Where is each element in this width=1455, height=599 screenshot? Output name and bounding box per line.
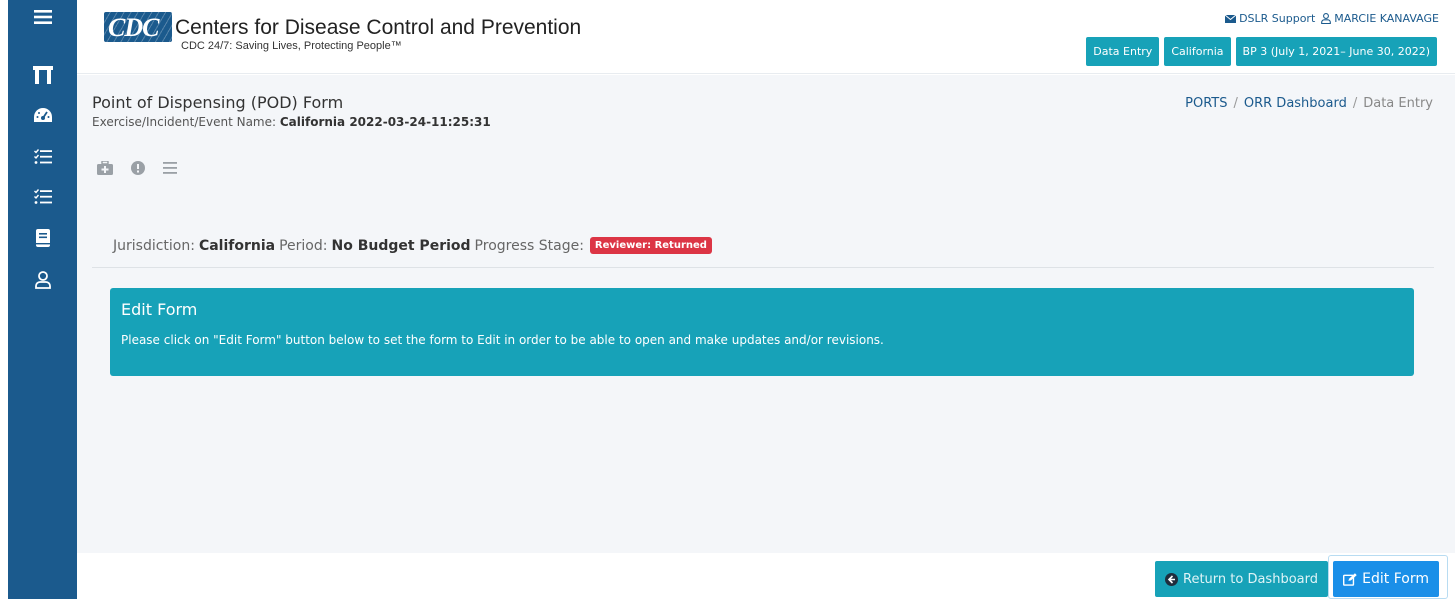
user-name: MARCIE KANAVAGE	[1334, 12, 1439, 25]
support-label: DSLR Support	[1239, 12, 1316, 25]
dashboard-gauge-icon[interactable]	[33, 105, 53, 125]
dslr-support-link[interactable]: DSLR Support	[1225, 12, 1315, 25]
breadcrumb-ports[interactable]: PORTS	[1185, 96, 1227, 111]
checklist-icon[interactable]	[33, 187, 53, 207]
breadcrumb-separator: /	[1233, 96, 1238, 111]
page-subtitle: Exercise/Incident/Event Name: California…	[92, 115, 491, 129]
org-name: Centers for Disease Control and Preventi…	[175, 16, 582, 39]
return-to-dashboard-button[interactable]: Return to Dashboard	[1155, 561, 1328, 597]
breadcrumb-current: Data Entry	[1363, 96, 1433, 111]
breadcrumb-separator: /	[1352, 96, 1358, 111]
progress-stage-label: Progress Stage:	[474, 237, 584, 254]
menu-icon[interactable]	[33, 7, 53, 27]
sidebar	[8, 0, 77, 599]
envelope-icon	[1225, 14, 1237, 23]
columns-icon[interactable]	[32, 65, 53, 85]
form-toolbar	[97, 161, 177, 175]
info-circle-icon[interactable]	[131, 161, 145, 175]
main-content: Point of Dispensing (POD) Form Exercise/…	[77, 75, 1455, 553]
book-icon[interactable]	[33, 228, 53, 248]
checklist-icon[interactable]	[33, 147, 53, 167]
briefcase-medical-icon[interactable]	[97, 161, 113, 175]
edit-form-alert: Edit Form Please click on "Edit Form" bu…	[110, 288, 1414, 376]
breadcrumb: PORTS / ORR Dashboard / Data Entry	[1185, 96, 1433, 111]
period-label: Period:	[279, 237, 328, 254]
status-badge: Reviewer: Returned	[589, 237, 712, 254]
event-name-value: California 2022-03-24-11:25:31	[279, 115, 491, 129]
alert-text: Please click on "Edit Form" button below…	[121, 333, 884, 347]
org-tagline: CDC 24/7: Saving Lives, Protecting Peopl…	[181, 40, 402, 52]
period-value: No Budget Period	[331, 237, 471, 254]
edit-form-label: Edit Form	[1362, 571, 1429, 587]
divider	[92, 267, 1434, 268]
event-name-label: Exercise/Incident/Event Name:	[92, 115, 277, 129]
mode-pill[interactable]: Data Entry	[1086, 37, 1160, 66]
user-icon	[1321, 13, 1332, 24]
jurisdiction-label: Jurisdiction:	[113, 237, 195, 254]
context-pills: Data Entry California BP 3 (July 1, 2021…	[1086, 37, 1437, 66]
jurisdiction-pill[interactable]: California	[1164, 37, 1231, 66]
arrow-circle-left-icon	[1165, 572, 1178, 586]
edit-icon	[1343, 572, 1357, 586]
align-justify-icon[interactable]	[163, 162, 177, 174]
form-meta: Jurisdiction: California Period: No Budg…	[113, 237, 712, 254]
return-label: Return to Dashboard	[1183, 571, 1318, 587]
budget-period-pill[interactable]: BP 3 (July 1, 2021– June 30, 2022)	[1235, 37, 1437, 66]
page-title: Point of Dispensing (POD) Form	[92, 93, 344, 112]
logo-text: CDC	[108, 13, 159, 42]
breadcrumb-orr-dashboard[interactable]: ORR Dashboard	[1244, 96, 1347, 111]
jurisdiction-value: California	[198, 237, 276, 254]
edit-form-button[interactable]: Edit Form	[1333, 561, 1439, 597]
user-menu-link[interactable]: MARCIE KANAVAGE	[1321, 12, 1439, 25]
top-header: CDC Centers for Disease Control and Prev…	[77, 0, 1455, 74]
footer-actions: Return to Dashboard Edit Form	[77, 553, 1455, 599]
cdc-logo[interactable]: CDC	[104, 12, 172, 42]
top-links: DSLR Support MARCIE KANAVAGE	[1225, 12, 1439, 25]
user-icon[interactable]	[33, 270, 53, 290]
alert-title: Edit Form	[121, 300, 198, 319]
